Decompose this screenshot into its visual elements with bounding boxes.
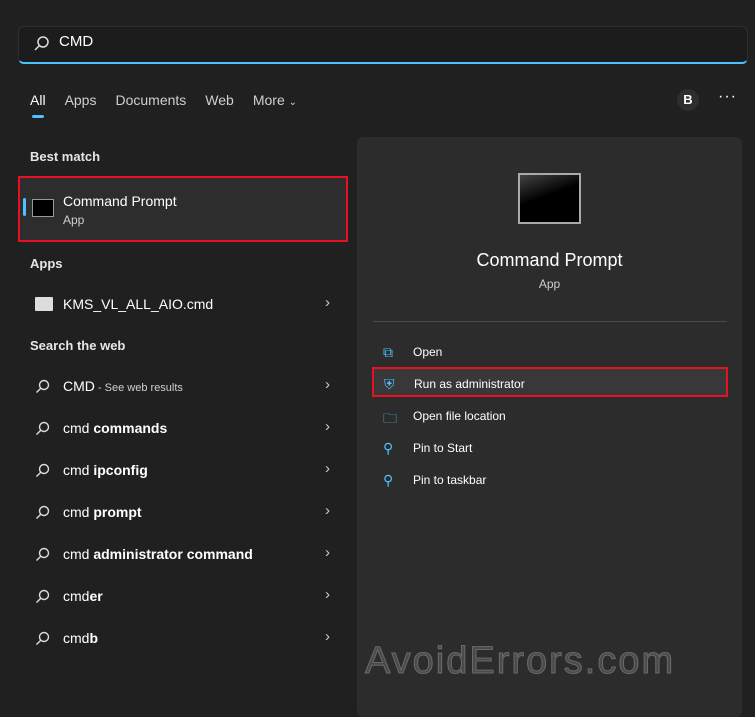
section-apps: Apps: [30, 256, 63, 271]
selection-indicator: [23, 198, 26, 216]
best-match-item[interactable]: Command Prompt App: [18, 176, 348, 242]
best-match-title: Command Prompt: [63, 193, 177, 209]
command-prompt-icon: [32, 199, 54, 217]
search-icon: [36, 421, 50, 435]
action-label: Run as administrator: [414, 377, 525, 391]
search-icon: [36, 547, 50, 561]
action-open[interactable]: ⧉ Open: [373, 337, 727, 367]
search-input[interactable]: [59, 33, 659, 50]
action-pin-to-taskbar[interactable]: ⚲ Pin to taskbar: [373, 465, 727, 495]
chevron-down-icon: ⌄: [288, 97, 298, 108]
tab-apps[interactable]: Apps: [65, 92, 97, 108]
action-run-as-administrator[interactable]: ⛨ Run as administrator: [372, 367, 728, 397]
web-result[interactable]: cmd ipconfig ›: [18, 452, 348, 488]
section-best-match: Best match: [30, 149, 101, 164]
shield-window-icon: ⛨: [384, 376, 395, 392]
search-icon: [36, 379, 50, 393]
action-open-file-location[interactable]: 🗀 Open file location: [373, 401, 727, 431]
app-result[interactable]: KMS_VL_ALL_AIO.cmd ›: [18, 286, 348, 322]
web-result-label: cmder: [63, 588, 103, 604]
chevron-right-icon: ›: [325, 586, 330, 603]
pin-icon: ⚲: [383, 440, 394, 456]
chevron-right-icon: ›: [325, 418, 330, 435]
search-icon: [36, 463, 50, 477]
action-label: Pin to taskbar: [413, 473, 487, 487]
detail-subtitle: App: [538, 277, 561, 291]
tab-documents[interactable]: Documents: [115, 92, 186, 108]
web-result-label: cmd ipconfig: [63, 462, 148, 478]
folder-icon: 🗀: [383, 410, 397, 426]
search-icon: [36, 631, 50, 645]
chevron-right-icon: ›: [325, 502, 330, 519]
detail-panel: Command Prompt App ⧉ Open ⛨ Run as adminis…: [357, 137, 742, 717]
chevron-right-icon: ›: [325, 544, 330, 561]
tab-more[interactable]: More ⌄: [253, 92, 297, 108]
chevron-right-icon: ›: [325, 628, 330, 645]
web-result[interactable]: cmd administrator command ›: [18, 536, 348, 572]
web-result[interactable]: cmder ›: [18, 578, 348, 614]
script-file-icon: [35, 297, 53, 311]
web-result[interactable]: cmdb ›: [18, 620, 348, 656]
web-result[interactable]: cmd prompt ›: [18, 494, 348, 530]
chevron-right-icon: ›: [325, 294, 330, 311]
tab-more-label: More: [252, 92, 285, 108]
best-match-subtitle: App: [63, 213, 85, 227]
detail-title: Command Prompt: [476, 250, 623, 270]
command-prompt-large-icon: [518, 173, 581, 224]
filter-tabs: All Apps Documents Web More ⌄: [30, 92, 316, 118]
tab-all[interactable]: All: [30, 92, 46, 118]
watermark: AvoidErrors.com: [364, 640, 676, 683]
web-result-label: cmd prompt: [63, 504, 142, 520]
search-icon: [36, 589, 50, 603]
avatar[interactable]: B: [677, 89, 699, 111]
action-pin-to-start[interactable]: ⚲ Pin to Start: [373, 433, 727, 463]
action-label: Open file location: [413, 409, 506, 423]
open-external-icon: ⧉: [383, 344, 393, 360]
app-result-label: KMS_VL_ALL_AIO.cmd: [63, 296, 214, 312]
section-web: Search the web: [30, 338, 126, 353]
chevron-right-icon: ›: [325, 376, 330, 393]
tab-web[interactable]: Web: [205, 92, 234, 108]
action-label: Open: [413, 345, 443, 359]
pin-icon: ⚲: [383, 472, 394, 488]
web-result[interactable]: cmd commands ›: [18, 410, 348, 446]
chevron-right-icon: ›: [325, 460, 330, 477]
web-result-label: cmd administrator command: [63, 546, 253, 562]
web-result-label: CMD - See web results: [63, 378, 183, 394]
search-icon: [36, 505, 50, 519]
search-box[interactable]: [18, 26, 748, 64]
web-result-label: cmd commands: [63, 420, 168, 436]
search-icon: [34, 36, 49, 51]
divider: [373, 321, 727, 322]
web-result-label: cmdb: [63, 630, 99, 646]
web-result[interactable]: CMD - See web results ›: [18, 368, 348, 404]
more-options-button[interactable]: ···: [718, 88, 737, 106]
action-label: Pin to Start: [413, 441, 473, 455]
